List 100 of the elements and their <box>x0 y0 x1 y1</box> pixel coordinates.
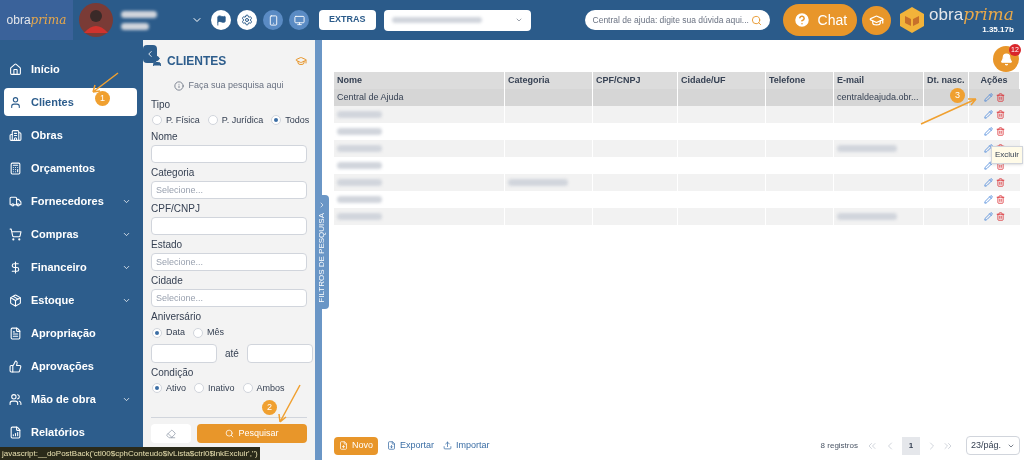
search-icon[interactable] <box>750 14 762 26</box>
truck-icon <box>9 194 22 208</box>
smartphone-icon <box>267 14 279 26</box>
settings-button[interactable] <box>237 10 257 30</box>
collapse-button[interactable] <box>143 45 157 63</box>
notifications-button[interactable] <box>993 46 1019 72</box>
radio-option[interactable]: Ambos <box>242 381 285 395</box>
logo[interactable]: obraprima <box>0 0 73 40</box>
page-button[interactable]: 1 <box>901 436 920 455</box>
radio-option[interactable]: Mês <box>193 326 225 340</box>
range-separator: até <box>225 346 239 361</box>
blurred-text <box>121 22 149 30</box>
delete-icon[interactable] <box>996 93 1005 102</box>
blurred-text <box>337 128 382 135</box>
eraser-icon <box>166 428 176 439</box>
delete-icon[interactable] <box>996 212 1005 221</box>
help-icon <box>792 11 811 29</box>
graduation-cap-icon[interactable] <box>295 55 307 67</box>
sidebar-item[interactable]: Relatórios <box>4 418 137 446</box>
delete-icon[interactable] <box>996 110 1005 119</box>
clear-button[interactable] <box>151 424 191 443</box>
sidebar-item[interactable]: Aprovações <box>4 352 137 380</box>
field-label: Estado <box>151 239 184 251</box>
sidebar-item[interactable]: Obras <box>4 121 137 149</box>
text-field[interactable] <box>151 217 307 235</box>
desktop-button[interactable] <box>289 10 309 30</box>
company-select[interactable] <box>383 9 531 31</box>
flag-button[interactable] <box>211 10 231 30</box>
chevron-right-icon <box>318 201 326 209</box>
per-page-select[interactable]: 23/pág. <box>965 436 1020 455</box>
sidebar-item[interactable]: Estoque <box>4 286 137 314</box>
calculator-icon <box>9 161 22 175</box>
bell-icon <box>999 52 1013 66</box>
select-field[interactable]: Selecione... <box>151 253 307 271</box>
box-icon <box>9 293 22 307</box>
edit-icon[interactable] <box>984 144 993 153</box>
blurred-text <box>337 196 382 203</box>
flag-icon <box>215 14 227 26</box>
field-label: CPF/CNPJ <box>151 203 201 215</box>
new-file-icon <box>339 441 348 450</box>
sidebar-item[interactable]: Apropriação <box>4 319 137 347</box>
brand-logo-icon <box>900 7 925 33</box>
delete-icon[interactable] <box>996 195 1005 204</box>
edit-icon[interactable] <box>984 212 993 221</box>
date-to-field[interactable] <box>246 343 313 363</box>
table-cell-text: centraldeajuda.obr... <box>837 90 919 104</box>
radio-option[interactable]: P. Jurídica <box>207 113 264 127</box>
radio-option[interactable]: Inativo <box>194 381 235 395</box>
radio-option[interactable]: P. Física <box>152 113 200 127</box>
home-icon <box>9 62 22 76</box>
document-icon <box>9 326 22 340</box>
date-from-field[interactable] <box>151 343 217 363</box>
edit-icon[interactable] <box>984 195 993 204</box>
sidebar-item[interactable]: Fornecedores <box>4 187 137 215</box>
delete-icon[interactable] <box>996 161 1005 170</box>
blurred-text <box>337 179 382 186</box>
sidebar-item[interactable]: Financeiro <box>4 253 137 281</box>
record-count: 8 registros <box>820 439 858 452</box>
delete-icon[interactable] <box>996 127 1005 136</box>
sidebar-item[interactable]: Orçamentos <box>4 154 137 182</box>
edit-icon[interactable] <box>984 178 993 187</box>
field-label: Categoria <box>151 167 196 179</box>
avatar[interactable] <box>79 3 113 37</box>
blurred-text <box>837 145 897 152</box>
dollar-icon <box>9 260 22 274</box>
cart-icon <box>9 227 22 241</box>
select-field[interactable]: Selecione... <box>151 181 307 199</box>
sidebar-item[interactable]: Início <box>4 55 137 83</box>
courses-button[interactable] <box>862 5 892 35</box>
upload-icon <box>443 441 453 450</box>
extras-button[interactable]: EXTRAS <box>319 10 376 30</box>
edit-icon[interactable] <box>984 110 993 119</box>
text-field[interactable] <box>151 145 307 163</box>
delete-icon[interactable] <box>996 178 1005 187</box>
help-search-field[interactable]: Central de ajuda: digite sua dúvida aqui... <box>584 10 770 30</box>
export-icon <box>387 441 396 450</box>
sidebar-item[interactable]: Compras <box>4 220 137 248</box>
edit-icon[interactable] <box>984 93 993 102</box>
sidebar-item[interactable]: Mão de obra <box>4 385 137 413</box>
field-label: Nome <box>151 131 179 143</box>
field-label: Condição <box>151 366 195 379</box>
radio-option[interactable]: Todos <box>271 113 310 127</box>
edit-icon[interactable] <box>984 161 993 170</box>
radio-option[interactable]: Ativo <box>152 381 186 395</box>
export-link[interactable]: Exportar <box>387 438 435 453</box>
graduation-cap-icon <box>869 12 885 28</box>
settings-icon <box>241 14 253 26</box>
blurred-text <box>508 179 568 186</box>
field-label: Cidade <box>151 275 184 287</box>
blurred-text <box>121 10 157 18</box>
brand-name: obraprima <box>929 4 1014 24</box>
arrow <box>920 97 978 125</box>
edit-icon[interactable] <box>984 127 993 136</box>
person-icon <box>151 55 163 67</box>
info-icon <box>174 80 185 91</box>
radio-option[interactable]: Data <box>152 326 185 340</box>
field-label: Aniversário <box>151 311 203 323</box>
select-field[interactable]: Selecione... <box>151 289 307 307</box>
import-link[interactable]: Importar <box>443 438 490 453</box>
mobile-button[interactable] <box>263 10 283 30</box>
